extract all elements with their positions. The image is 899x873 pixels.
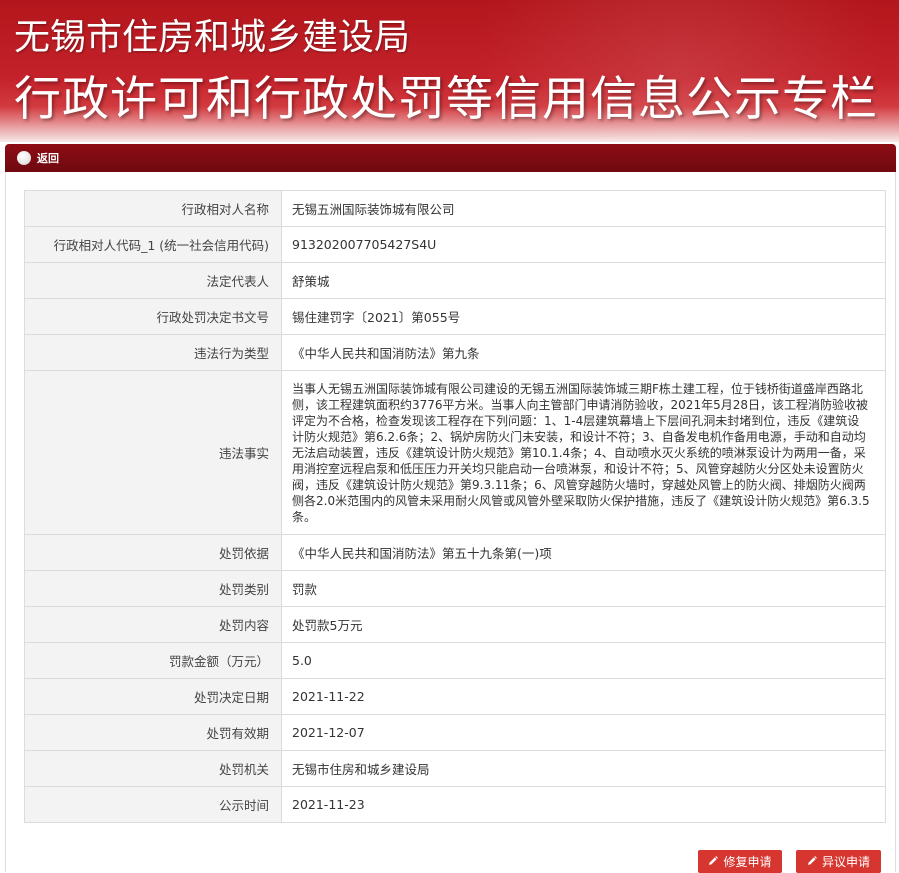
correction-request-button[interactable]: 修复申请 (698, 850, 782, 873)
table-row: 公示时间 2021-11-23 (24, 786, 886, 823)
table-row: 处罚机关 无锡市住房和城乡建设局 (24, 750, 886, 787)
objection-request-button[interactable]: 异议申请 (796, 850, 881, 873)
table-row: 罚款金额（万元） 5.0 (24, 642, 886, 679)
table-row: 法定代表人 舒策城 (24, 262, 886, 299)
field-label-fine-amount: 罚款金额（万元） (24, 642, 282, 679)
table-row: 处罚内容 处罚款5万元 (24, 606, 886, 643)
objection-request-label: 异议申请 (821, 855, 870, 869)
pencil-icon (807, 855, 817, 869)
field-value-penalty-content: 处罚款5万元 (281, 606, 886, 643)
back-label: 返回 (37, 152, 59, 165)
back-button[interactable]: 返回 (17, 150, 59, 166)
table-row: 处罚有效期 2021-12-07 (24, 714, 886, 751)
detail-table: 行政相对人名称 无锡五洲国际装饰城有限公司 行政相对人代码_1 (统一社会信用代… (24, 190, 886, 823)
field-value-validity: 2021-12-07 (281, 714, 886, 751)
section-title: 行政许可和行政处罚等信用信息公示专栏 (14, 72, 878, 127)
field-label-violation-facts: 违法事实 (24, 370, 282, 535)
table-row: 行政处罚决定书文号 锡住建罚字〔2021〕第055号 (24, 298, 886, 335)
table-row: 处罚类别 罚款 (24, 570, 886, 607)
field-value-legal-rep: 舒策城 (281, 262, 886, 299)
correction-request-label: 修复申请 (723, 855, 772, 869)
field-label-publish-time: 公示时间 (24, 786, 282, 823)
table-row: 处罚依据 《中华人民共和国消防法》第五十九条第(一)项 (24, 534, 886, 571)
table-row: 行政相对人名称 无锡五洲国际装饰城有限公司 (24, 190, 886, 227)
back-circle-icon (17, 151, 31, 165)
table-row: 处罚决定日期 2021-11-22 (24, 678, 886, 715)
field-value-violation-facts: 当事人无锡五洲国际装饰城有限公司建设的无锡五洲国际装饰城三期F栋土建工程，位于钱… (281, 370, 886, 535)
table-row: 违法行为类型 《中华人民共和国消防法》第九条 (24, 334, 886, 371)
field-label-authority: 处罚机关 (24, 750, 282, 787)
table-row: 行政相对人代码_1 (统一社会信用代码) 913202007705427S4U (24, 226, 886, 263)
field-value-penalty-basis: 《中华人民共和国消防法》第五十九条第(一)项 (281, 534, 886, 571)
agency-title: 无锡市住房和城乡建设局 (14, 17, 411, 58)
field-value-fine-amount: 5.0 (281, 642, 886, 679)
field-label-penalty-category: 处罚类别 (24, 570, 282, 607)
field-value-decision-date: 2021-11-22 (281, 678, 886, 715)
field-value-party-name: 无锡五洲国际装饰城有限公司 (281, 190, 886, 227)
field-value-violation-type: 《中华人民共和国消防法》第九条 (281, 334, 886, 371)
field-value-decision-no: 锡住建罚字〔2021〕第055号 (281, 298, 886, 335)
field-label-legal-rep: 法定代表人 (24, 262, 282, 299)
pencil-icon (708, 855, 719, 869)
table-row: 违法事实 当事人无锡五洲国际装饰城有限公司建设的无锡五洲国际装饰城三期F栋土建工… (24, 370, 886, 535)
field-label-penalty-content: 处罚内容 (24, 606, 282, 643)
field-label-party-name: 行政相对人名称 (24, 190, 282, 227)
field-value-penalty-category: 罚款 (281, 570, 886, 607)
field-value-publish-time: 2021-11-23 (281, 786, 886, 823)
panel-header: 返回 (5, 144, 896, 172)
field-label-decision-date: 处罚决定日期 (24, 678, 282, 715)
field-value-authority: 无锡市住房和城乡建设局 (281, 750, 886, 787)
field-label-credit-code: 行政相对人代码_1 (统一社会信用代码) (24, 226, 282, 263)
field-label-penalty-basis: 处罚依据 (24, 534, 282, 571)
header-banner: 无锡市住房和城乡建设局 行政许可和行政处罚等信用信息公示专栏 (0, 0, 899, 142)
field-value-credit-code: 913202007705427S4U (281, 226, 886, 263)
field-label-validity: 处罚有效期 (24, 714, 282, 751)
field-label-decision-no: 行政处罚决定书文号 (24, 298, 282, 335)
field-label-violation-type: 违法行为类型 (24, 334, 282, 371)
